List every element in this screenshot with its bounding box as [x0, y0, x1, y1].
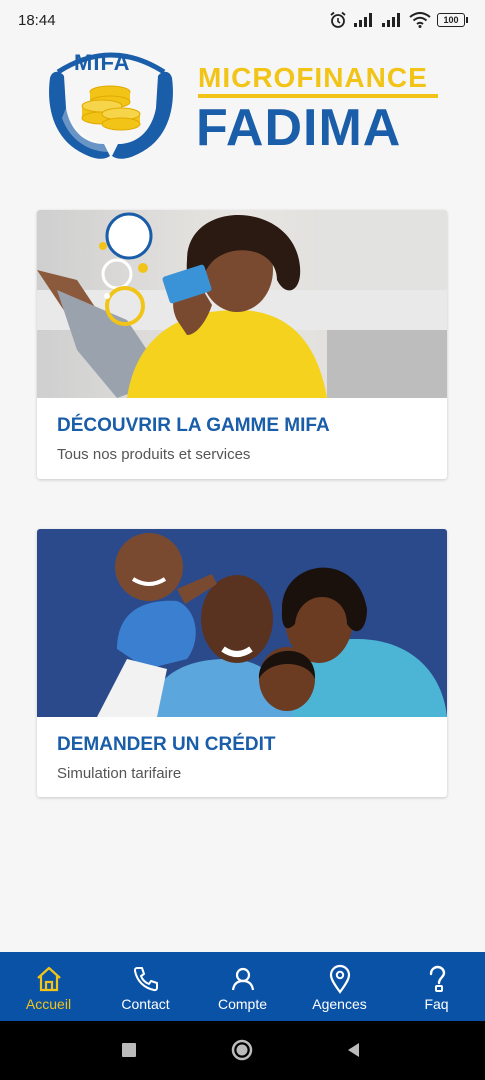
home-icon	[36, 966, 61, 992]
status-icons: 100	[329, 11, 468, 29]
signal-icon	[382, 13, 400, 27]
wifi-icon	[409, 12, 431, 28]
nav-label: Contact	[121, 996, 170, 1012]
card-subtitle: Tous nos produits et services	[57, 446, 251, 463]
nav-item-compte[interactable]: Compte	[194, 952, 291, 1021]
logo-microfinance-text: MICROFINANCE	[198, 62, 428, 93]
nav-label: Compte	[217, 996, 268, 1012]
nav-label: Agences	[312, 996, 367, 1012]
family-photo	[37, 529, 447, 717]
card-title: DÉCOUVRIR LA GAMME MIFA	[57, 415, 330, 436]
user-icon	[231, 967, 254, 991]
nav-label: Accueil	[25, 996, 72, 1012]
location-pin-icon	[329, 964, 350, 994]
woman-with-card-photo	[37, 210, 447, 398]
nav-label: Faq	[424, 996, 449, 1012]
back-button[interactable]	[345, 1041, 363, 1059]
phone-icon	[133, 967, 158, 992]
card-request-credit[interactable]: DEMANDER UN CRÉDIT Simulation tarifaire	[37, 529, 447, 797]
alarm-icon	[330, 11, 346, 28]
card-subtitle: Simulation tarifaire	[57, 765, 182, 782]
system-navigation-bar	[0, 1021, 485, 1080]
bottom-navigation: Accueil Contact Compte Agences Faq	[0, 952, 485, 1021]
logo-mifa-text: MIFA	[74, 50, 131, 75]
home-button[interactable]	[231, 1039, 253, 1061]
logo-fadima-text: FADIMA	[196, 99, 402, 157]
battery-icon: 100	[437, 13, 468, 27]
card-discover-products[interactable]: DÉCOUVRIR LA GAMME MIFA Tous nos produit…	[37, 210, 447, 479]
card-image-family	[37, 529, 447, 717]
nav-item-contact[interactable]: Contact	[97, 952, 194, 1021]
question-icon	[429, 965, 445, 992]
brand-logo: MIFA MICROFINANCE FADIMA	[44, 48, 444, 168]
card-title: DEMANDER UN CRÉDIT	[57, 734, 276, 755]
recents-button[interactable]	[120, 1041, 138, 1059]
nav-item-accueil[interactable]: Accueil	[0, 952, 97, 1021]
battery-level: 100	[443, 15, 459, 25]
signal-icon	[354, 13, 372, 27]
card-image-woman	[37, 210, 447, 398]
nav-item-agences[interactable]: Agences	[291, 952, 388, 1021]
status-time: 18:44	[18, 12, 56, 29]
status-bar: 18:44 100	[0, 0, 485, 42]
nav-item-faq[interactable]: Faq	[388, 952, 485, 1021]
